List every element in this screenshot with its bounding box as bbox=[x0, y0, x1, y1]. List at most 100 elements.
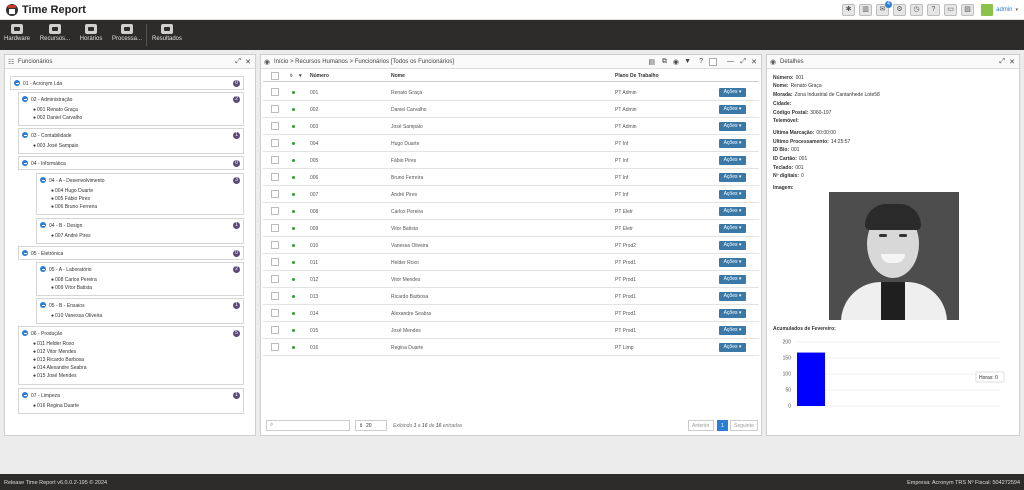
table-row[interactable]: 015 José Mendes PT Prod1 Ações ▾ bbox=[263, 322, 759, 339]
tree-node[interactable]: 05 - A - Laboratório 2 008 Carlos Pereira 0… bbox=[36, 262, 244, 296]
ribbon-processamento-button[interactable]: Processa... bbox=[110, 22, 144, 48]
actions-button[interactable]: Ações ▾ bbox=[719, 292, 746, 301]
table-search-input[interactable]: ⌕ bbox=[266, 420, 350, 431]
expand-icon[interactable]: ⤢ bbox=[740, 58, 746, 66]
row-checkbox[interactable] bbox=[271, 88, 279, 96]
table-row[interactable]: 016 Regina Duarte PT Limp Ações ▾ bbox=[263, 339, 759, 356]
filter-icon[interactable]: ▼ bbox=[684, 58, 691, 65]
image-icon[interactable]: ▨ bbox=[961, 4, 974, 16]
actions-button[interactable]: Ações ▾ bbox=[719, 139, 746, 148]
table-row[interactable]: 004 Hugo Duarte PT Inf Ações ▾ bbox=[263, 135, 759, 152]
next-page-button[interactable]: Seguinte bbox=[730, 420, 758, 431]
column-numero[interactable]: Número bbox=[310, 73, 329, 79]
export-icon[interactable]: ⧉ bbox=[662, 58, 667, 66]
row-checkbox[interactable] bbox=[271, 309, 279, 317]
sort-icon[interactable]: ▾ bbox=[299, 73, 302, 79]
row-checkbox[interactable] bbox=[271, 190, 279, 198]
fullscreen-icon[interactable]: ▭ bbox=[944, 4, 957, 16]
tree-node[interactable]: 06 - Produção 5 011 Helder Roxo 012 Vitor M… bbox=[18, 326, 244, 385]
actions-button[interactable]: Ações ▾ bbox=[719, 122, 746, 131]
actions-button[interactable]: Ações ▾ bbox=[719, 207, 746, 216]
actions-button[interactable]: Ações ▾ bbox=[719, 241, 746, 250]
table-row[interactable]: 007 André Pires PT Inf Ações ▾ bbox=[263, 186, 759, 203]
tree-node[interactable]: 04 - B - Design 1 007 André Pires bbox=[36, 218, 244, 244]
tree-employee[interactable]: 011 Helder Roxo bbox=[33, 341, 74, 347]
table-row[interactable]: 003 José Sampaio PT Admin Ações ▾ bbox=[263, 118, 759, 135]
table-row[interactable]: 002 Daniel Carvalho PT Admin Ações ▾ bbox=[263, 101, 759, 118]
actions-button[interactable]: Ações ▾ bbox=[719, 156, 746, 165]
expand-icon[interactable]: ⤢ bbox=[235, 58, 241, 66]
row-checkbox[interactable] bbox=[271, 207, 279, 215]
tree-employee[interactable]: 005 Fábio Pires bbox=[51, 196, 90, 202]
tree-node[interactable]: 03 - Contabilidade 1 003 José Sampaio bbox=[18, 128, 244, 154]
collapse-icon[interactable] bbox=[40, 266, 46, 272]
column-nome[interactable]: Nome bbox=[391, 73, 405, 79]
tree-node[interactable]: 04 - Informática 0 bbox=[18, 156, 244, 170]
tree-node[interactable]: 05 - Eletrónica 0 bbox=[18, 246, 244, 260]
page-1-button[interactable]: 1 bbox=[717, 420, 728, 431]
collapse-icon[interactable] bbox=[22, 392, 28, 398]
actions-button[interactable]: Ações ▾ bbox=[719, 190, 746, 199]
page-size-select[interactable]: ⇕ 20 bbox=[355, 420, 387, 431]
tree-employee[interactable]: 004 Hugo Duarte bbox=[51, 188, 93, 194]
view-icon[interactable]: ◉ bbox=[673, 58, 679, 66]
collapse-icon[interactable] bbox=[22, 330, 28, 336]
notifications-icon[interactable]: ✉ 4 bbox=[876, 1, 892, 16]
tree-employee[interactable]: 014 Alexandre Seabra bbox=[33, 365, 86, 371]
collapse-icon[interactable] bbox=[14, 80, 20, 86]
expand-icon[interactable]: ⤢ bbox=[999, 58, 1005, 66]
tree-employee[interactable]: 013 Ricardo Barbosa bbox=[33, 357, 84, 363]
tree-employee[interactable]: 009 Vítor Batista bbox=[51, 285, 92, 291]
actions-button[interactable]: Ações ▾ bbox=[719, 224, 746, 233]
status-sort-icon[interactable]: ◊ bbox=[290, 73, 292, 79]
user-menu[interactable]: admin ▾ bbox=[981, 4, 1018, 16]
actions-button[interactable]: Ações ▾ bbox=[719, 105, 746, 114]
select-all-checkbox[interactable] bbox=[709, 58, 717, 66]
collapse-icon[interactable] bbox=[40, 302, 46, 308]
tree-employee[interactable]: 012 Vitor Mendes bbox=[33, 349, 76, 355]
help-icon[interactable]: ? bbox=[927, 4, 940, 16]
settings-icon[interactable]: ⚙ bbox=[893, 4, 906, 16]
collapse-icon[interactable] bbox=[22, 250, 28, 256]
tree-employee[interactable]: 001 Renato Graça bbox=[33, 107, 78, 113]
close-icon[interactable]: ✕ bbox=[1009, 58, 1015, 66]
tree-employee[interactable]: 008 Carlos Pereira bbox=[51, 277, 97, 283]
tree-node[interactable]: 05 - B - Ensaios 1 010 Vanessa Oliveira bbox=[36, 298, 244, 324]
row-checkbox[interactable] bbox=[271, 122, 279, 130]
row-checkbox[interactable] bbox=[271, 292, 279, 300]
tree-node[interactable]: 04 - A - Desenvolvimento 3 004 Hugo Duarte… bbox=[36, 173, 244, 215]
tree-node[interactable]: 01 - Acronym Lda 0 bbox=[10, 76, 244, 90]
table-row[interactable]: 014 Alexandre Seabra PT Prod1 Ações ▾ bbox=[263, 305, 759, 322]
row-checkbox[interactable] bbox=[271, 139, 279, 147]
table-row[interactable]: 010 Vanessa Oliveira PT Prod2 Ações ▾ bbox=[263, 237, 759, 254]
row-checkbox[interactable] bbox=[271, 326, 279, 334]
actions-button[interactable]: Ações ▾ bbox=[719, 88, 746, 97]
row-checkbox[interactable] bbox=[271, 105, 279, 113]
tree-employee[interactable]: 003 José Sampaio bbox=[33, 143, 78, 149]
table-row[interactable]: 011 Helder Roxo PT Prod1 Ações ▾ bbox=[263, 254, 759, 271]
header-checkbox[interactable] bbox=[271, 72, 279, 80]
tools-icon[interactable]: ✱ bbox=[842, 4, 855, 16]
collapse-icon[interactable] bbox=[22, 96, 28, 102]
tree-employee[interactable]: 002 Daniel Carvalho bbox=[33, 115, 82, 121]
actions-button[interactable]: Ações ▾ bbox=[719, 258, 746, 267]
actions-button[interactable]: Ações ▾ bbox=[719, 343, 746, 352]
minimize-icon[interactable]: — bbox=[727, 58, 734, 65]
ribbon-hardware-button[interactable]: Hardware bbox=[3, 22, 31, 48]
actions-button[interactable]: Ações ▾ bbox=[719, 309, 746, 318]
tree-node[interactable]: 02 - Administração 2 001 Renato Graça 002 D… bbox=[18, 92, 244, 126]
actions-button[interactable]: Ações ▾ bbox=[719, 275, 746, 284]
table-row[interactable]: 012 Vitor Mendes PT Prod1 Ações ▾ bbox=[263, 271, 759, 288]
table-row[interactable]: 005 Fábio Pires PT Inf Ações ▾ bbox=[263, 152, 759, 169]
table-row[interactable]: 009 Vitor Batista PT Eletr Ações ▾ bbox=[263, 220, 759, 237]
collapse-icon[interactable] bbox=[40, 222, 46, 228]
print-icon[interactable]: ▤ bbox=[648, 58, 655, 66]
actions-button[interactable]: Ações ▾ bbox=[719, 326, 746, 335]
tree-employee[interactable]: 007 André Pires bbox=[51, 233, 91, 239]
ribbon-resultados-button[interactable]: Resultados bbox=[150, 22, 184, 48]
table-row[interactable]: 006 Bruno Ferreira PT Inf Ações ▾ bbox=[263, 169, 759, 186]
column-plano[interactable]: Plano De Trabalho bbox=[615, 73, 659, 79]
row-checkbox[interactable] bbox=[271, 258, 279, 266]
collapse-icon[interactable] bbox=[22, 160, 28, 166]
previous-page-button[interactable]: Anterior bbox=[688, 420, 714, 431]
